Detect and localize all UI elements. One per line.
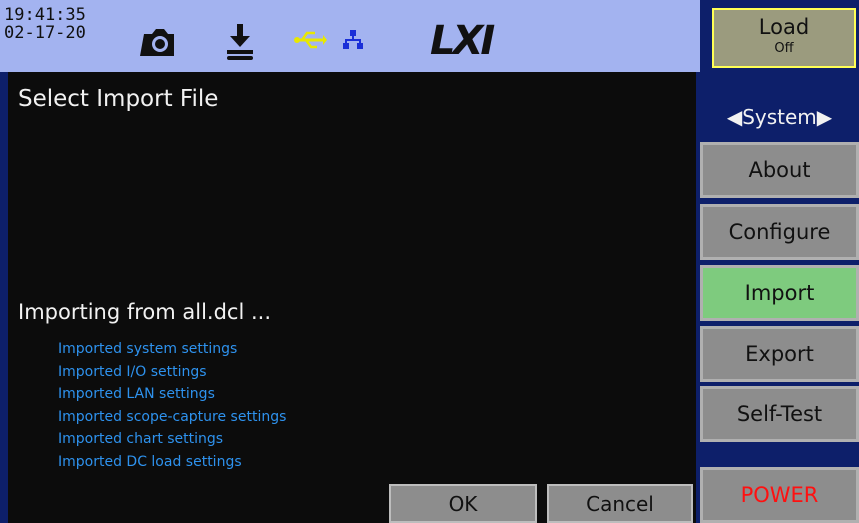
import-button[interactable]: Import	[700, 265, 859, 321]
import-log: Imported system settings Imported I/O se…	[58, 338, 286, 473]
load-state: Off	[774, 41, 794, 56]
load-toggle-button[interactable]: Load Off	[712, 8, 856, 68]
date-readout: 02-17-20	[4, 23, 86, 43]
lxi-logo: LXI	[430, 18, 495, 64]
export-button[interactable]: Export	[700, 326, 859, 382]
clock: 19:41:35 02-17-20	[4, 6, 86, 42]
camera-icon[interactable]	[140, 26, 178, 58]
ok-button[interactable]: OK	[389, 484, 537, 523]
log-line: Imported DC load settings	[58, 453, 242, 470]
self-test-button[interactable]: Self-Test	[700, 386, 859, 442]
time-readout: 19:41:35	[4, 5, 86, 25]
power-button[interactable]: POWER	[700, 467, 859, 523]
status-bar: 19:41:35 02-17-20 LXI	[0, 0, 700, 72]
about-button[interactable]: About	[700, 142, 859, 198]
log-line: Imported LAN settings	[58, 386, 215, 402]
lan-icon	[343, 30, 363, 49]
download-icon[interactable]	[225, 24, 255, 60]
log-line: Imported chart settings	[58, 431, 224, 447]
cancel-button[interactable]: Cancel	[547, 484, 693, 523]
dialog-title: Select Import File	[18, 86, 219, 112]
log-line: Imported I/O settings	[58, 363, 207, 380]
load-label: Load	[758, 15, 810, 39]
log-line: Imported system settings	[58, 341, 238, 357]
usb-icon	[294, 31, 327, 49]
import-status: Importing from all.dcl ...	[18, 300, 272, 324]
configure-button[interactable]: Configure	[700, 204, 859, 260]
log-line: Imported scope-capture settings	[58, 408, 287, 425]
import-dialog: Select Import File Importing from all.dc…	[8, 72, 696, 523]
menu-selector[interactable]: ◀System▶	[700, 95, 859, 139]
